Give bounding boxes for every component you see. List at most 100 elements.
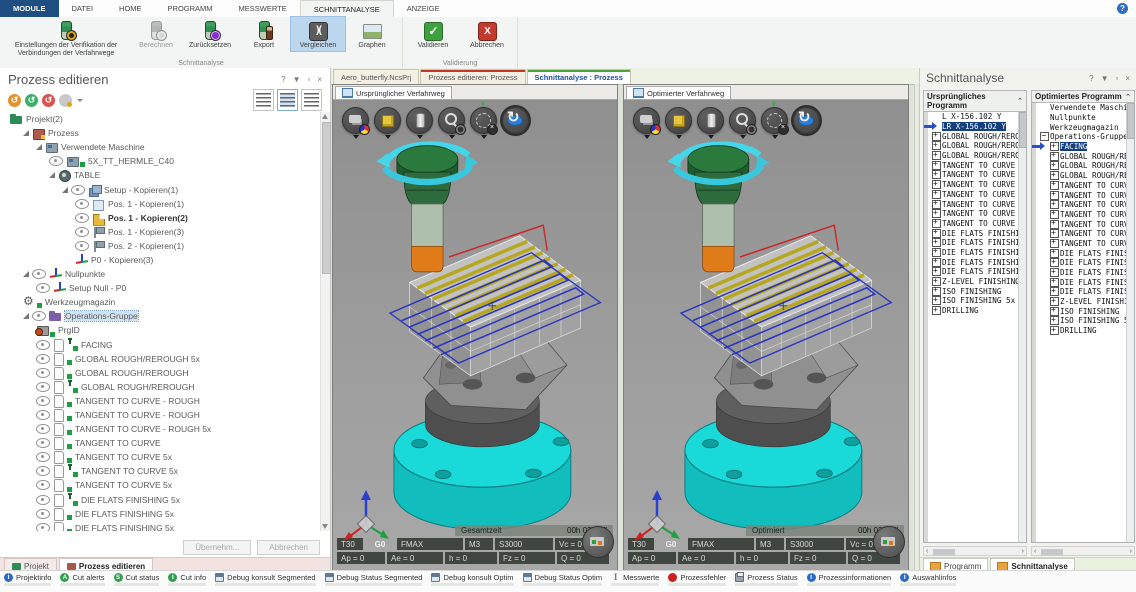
compact-view-button[interactable] [301,89,322,111]
code-line[interactable]: LR X-156.102 Y [929,122,1026,132]
code-line[interactable]: Z-LEVEL FINISHING [929,277,1026,287]
visibility-eye-icon[interactable] [32,311,46,321]
panel-help-icon[interactable]: ? [1089,74,1093,83]
expander-icon[interactable] [23,130,29,136]
viewport-3d-scene[interactable]: Optimiert 00h 02' 16" T30G0FMAXM3S3000Vc… [624,100,908,572]
menu-tab[interactable]: HOME [106,0,155,17]
ribbon-button[interactable]: Berechnen [129,17,183,51]
tree-row[interactable]: Projekt(2) [4,112,319,126]
visibility-eye-icon[interactable] [36,410,50,420]
document-tab[interactable]: Schnittanalyse : Prozess [527,69,631,84]
visibility-eye-icon[interactable] [36,523,50,531]
code-line[interactable]: TANGENT TO CURVE [929,180,1026,190]
program-code-list[interactable]: Verwendete Maschine Nullpunkte [1031,103,1135,543]
visibility-eye-icon[interactable] [36,424,50,434]
visibility-eye-icon[interactable] [36,509,50,519]
visibility-eye-icon[interactable] [71,185,85,195]
dropdown-caret-icon[interactable] [353,135,359,139]
expander-icon[interactable] [23,271,29,277]
status-item[interactable]: Prozess Status [735,573,797,586]
viewport-tool-button[interactable] [373,107,402,139]
viewport-tool-button[interactable] [405,107,434,139]
status-item[interactable]: Debug Status Optim [523,573,603,586]
dropdown-caret-icon[interactable] [481,135,487,139]
tree-row[interactable]: GLOBAL ROUGH/REROUGH 5x [4,352,319,366]
visibility-eye-icon[interactable] [36,452,50,462]
code-line[interactable]: DRILLING [929,306,1026,316]
menu-tab[interactable]: MESSWERTE [226,0,300,17]
tree-row[interactable]: TANGENT TO CURVE - ROUGH [4,394,319,408]
tree-row[interactable]: Setup Null - P0 [4,281,319,295]
viewport-tab[interactable]: Optimierter Verfahrweg [626,86,731,99]
tree-row[interactable]: Pos. 2 - Kopieren(1) [4,239,319,253]
code-line[interactable]: DIE FLATS FINISHING [929,248,1026,258]
code-line[interactable]: ISO FINISHING 5x [929,296,1026,306]
tree-row[interactable]: Setup - Kopieren(1) [4,182,319,196]
visibility-eye-icon[interactable] [36,495,50,505]
viewport-tool-button[interactable] [728,107,757,139]
code-line[interactable]: DIE FLATS FINISHING [929,257,1026,267]
tree-row[interactable]: Werkzeugmagazin [4,295,319,309]
tree-row[interactable]: DIE FLATS FINISHING 5x [4,521,319,531]
viewport-3d-scene[interactable]: Gesamtzeit 00h 02' 53" T30G0FMAXM3S3000V… [333,100,617,572]
visibility-eye-icon[interactable] [36,480,50,490]
status-item[interactable]: Auswahlinfos [900,573,956,586]
ribbon-button[interactable]: Einstellungen der Verifikation der Verbi… [3,17,129,59]
panel-close-icon[interactable]: × [1125,74,1130,83]
viewport-tool-button[interactable] [341,107,370,139]
visibility-eye-icon[interactable] [36,466,50,476]
status-item[interactable]: Cut status [114,573,160,586]
dropdown-caret-icon[interactable] [417,135,423,139]
visibility-eye-icon[interactable] [36,283,50,293]
code-line[interactable]: TANGENT TO CURVE [929,160,1026,170]
settings-gear-icon[interactable] [59,94,72,107]
code-line[interactable]: GLOBAL ROUGH/REROUGH [929,131,1026,141]
column-header[interactable]: Ursprüngliches Programm ⌃ [923,90,1027,112]
expand-box-icon[interactable] [1050,258,1059,267]
menu-tab[interactable]: SCHNITTANALYSE [300,0,394,17]
status-item[interactable]: Messwerte [611,573,659,586]
tree-row[interactable]: TANGENT TO CURVE [4,436,319,450]
status-item[interactable]: Prozessfehler [668,573,726,586]
expand-box-icon[interactable] [932,306,941,315]
code-line[interactable]: Werkzeugmagazin [1037,122,1134,132]
expander-icon[interactable] [36,144,42,150]
code-line[interactable]: DIE FLATS FINISHING [929,238,1026,248]
visibility-eye-icon[interactable] [75,199,89,209]
viewport-tool-button[interactable] [760,107,789,139]
panel-dropdown-icon[interactable]: ▼ [1101,74,1109,83]
status-item[interactable]: Prozessinformationen [807,573,892,586]
code-line[interactable]: TANGENT TO CURVE [929,170,1026,180]
column-hscrollbar[interactable]: ⌄‹› [923,544,1027,556]
undo-orange-icon[interactable]: ↺ [8,94,21,107]
status-item[interactable]: Projektinfo [4,573,51,586]
tree-row[interactable]: TANGENT TO CURVE 5x [4,478,319,492]
viewport-tool-button[interactable] [664,107,693,139]
tree-row[interactable]: Pos. 1 - Kopieren(1) [4,197,319,211]
panel-help-icon[interactable]: ? [281,75,285,84]
dropdown-caret-icon[interactable] [449,135,455,139]
code-line[interactable]: DIE FLATS FINISHING [929,228,1026,238]
ribbon-button[interactable]: Export [237,17,291,51]
column-vscrollbar[interactable] [1018,112,1026,542]
visibility-eye-icon[interactable] [75,213,89,223]
tree-row[interactable]: GLOBAL ROUGH/REROUGH [4,380,319,394]
tree-row[interactable]: Verwendete Maschine [4,140,319,154]
document-tab[interactable]: Prozess editieren: Prozess [420,69,525,84]
dropdown-caret-icon[interactable] [385,135,391,139]
apply-button[interactable]: Übernehm... [183,540,251,555]
tree-row[interactable]: DIE FLATS FINISHING 5x [4,507,319,521]
expander-icon[interactable] [62,187,68,193]
code-line[interactable]: TANGENT TO CURVE [929,190,1026,200]
ribbon-button[interactable]: Vergleichen [291,17,345,51]
code-line[interactable]: GLOBAL ROUGH/REROUGH [929,151,1026,161]
help-icon[interactable]: ? [1117,3,1128,14]
code-line[interactable]: Nullpunkte [1037,113,1134,123]
tree-row[interactable]: TANGENT TO CURVE - ROUGH [4,408,319,422]
expand-box-icon[interactable] [1040,132,1049,141]
tree-row[interactable]: Operations-Gruppe [4,309,319,323]
expander-icon[interactable] [49,172,55,178]
reset-red-icon[interactable]: ↺ [42,94,55,107]
tree-row[interactable]: TABLE [4,168,319,182]
visibility-eye-icon[interactable] [75,227,89,237]
